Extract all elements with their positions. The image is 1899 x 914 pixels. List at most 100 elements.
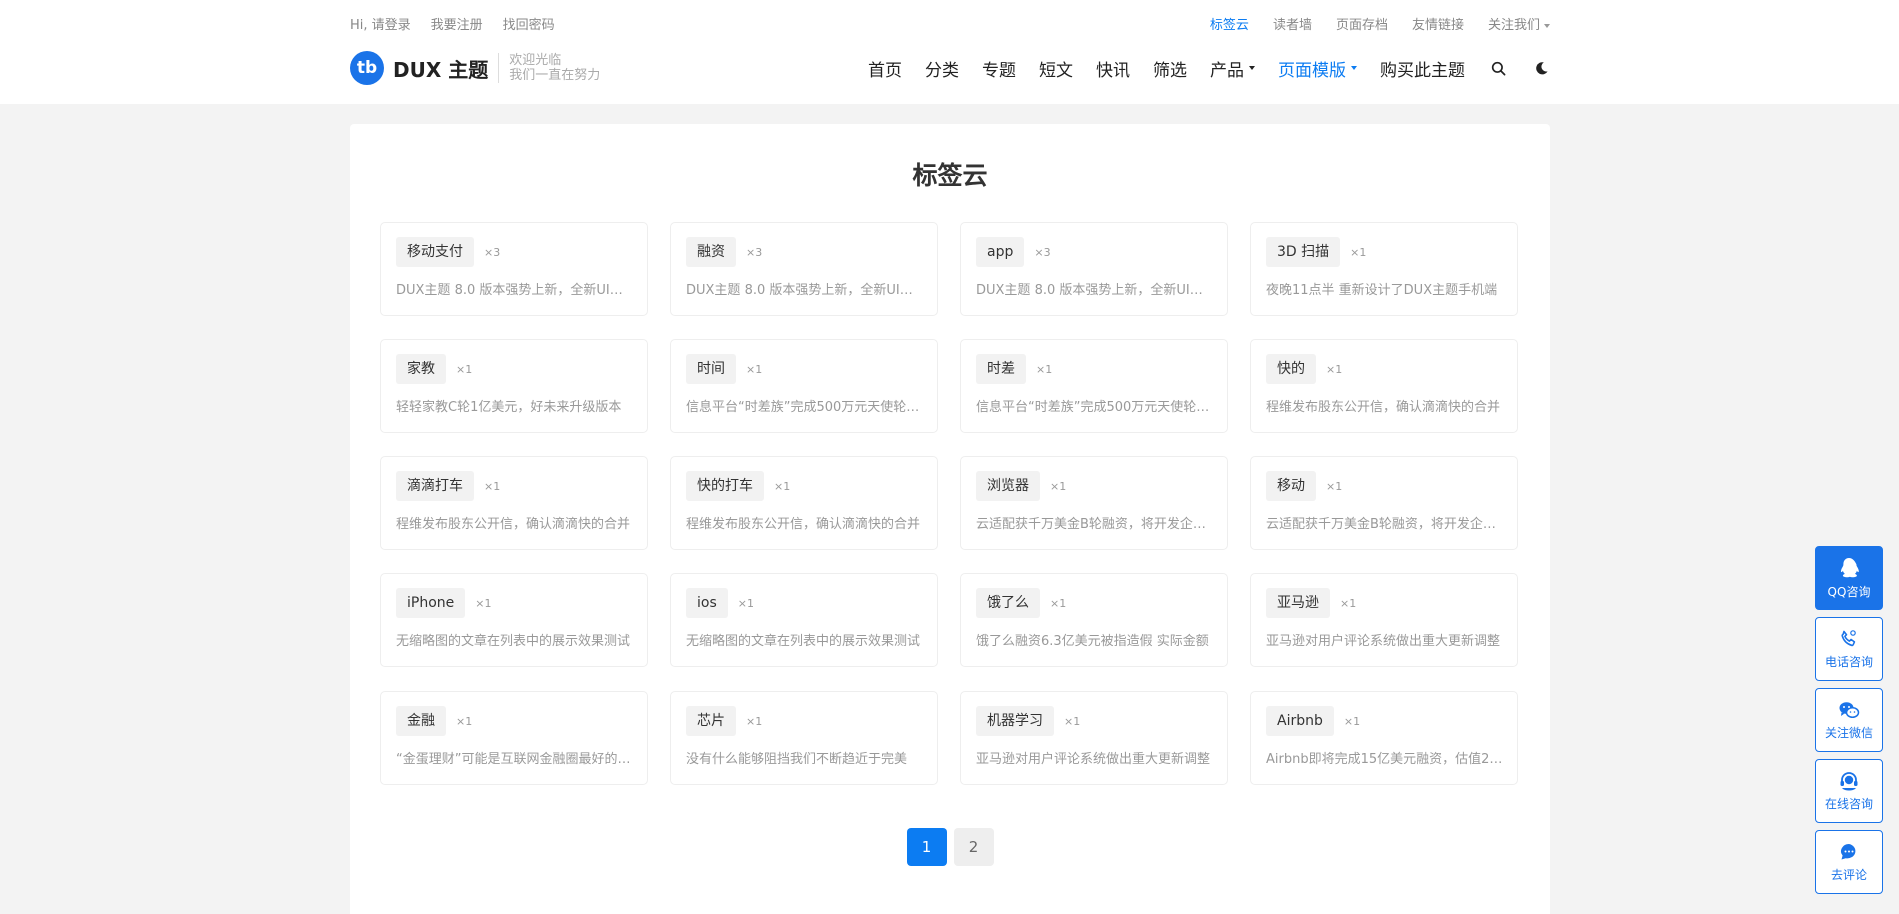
tag-card[interactable]: 移动支付 ×3 DUX主题 8.0 版本强势上新，全新UI设计: [380, 222, 648, 316]
tag-card[interactable]: 快的 ×1 程维发布股东公开信，确认滴滴快的合并: [1250, 339, 1518, 433]
tag-count: ×1: [1050, 596, 1067, 610]
tag-card[interactable]: app ×3 DUX主题 8.0 版本强势上新，全新UI设计: [960, 222, 1228, 316]
login-link[interactable]: Hi, 请登录: [350, 14, 411, 33]
nav-item-news[interactable]: 快讯: [1096, 56, 1130, 81]
tag-card[interactable]: Airbnb ×1 Airbnb即将完成15亿美元融资，估值255亿: [1250, 691, 1518, 785]
tag-name[interactable]: 时间: [686, 354, 736, 384]
nav-item-buy-theme[interactable]: 购买此主题: [1380, 56, 1465, 81]
nav-item-short[interactable]: 短文: [1039, 56, 1073, 81]
tag-latest-post[interactable]: 云适配获千万美金B轮融资，将开发企业级产品: [976, 513, 1214, 532]
reader-wall-link[interactable]: 读者墙: [1273, 14, 1312, 33]
tag-card[interactable]: 快的打车 ×1 程维发布股东公开信，确认滴滴快的合并: [670, 456, 938, 550]
tag-card[interactable]: 融资 ×3 DUX主题 8.0 版本强势上新，全新UI设计: [670, 222, 938, 316]
tag-latest-post[interactable]: 云适配获千万美金B轮融资，将开发企业级产品: [1266, 513, 1504, 532]
tag-name[interactable]: 饿了么: [976, 588, 1040, 618]
tag-card[interactable]: 芯片 ×1 没有什么能够阻挡我们不断趋近于完美: [670, 691, 938, 785]
tag-name[interactable]: 融资: [686, 237, 736, 267]
tag-latest-post[interactable]: 信息平台“时差族”完成500万元天使轮融资: [976, 396, 1214, 415]
qq-consult-button[interactable]: QQ咨询: [1815, 546, 1883, 610]
tag-cloud-link[interactable]: 标签云: [1210, 14, 1249, 33]
site-brand[interactable]: tb DUX 主题 欢迎光临 我们一直在努力: [350, 51, 600, 85]
tag-name[interactable]: 3D 扫描: [1266, 237, 1341, 267]
tag-latest-post[interactable]: 无缩略图的文章在列表中的展示效果测试: [396, 630, 634, 649]
tag-name[interactable]: 家教: [396, 354, 446, 384]
tag-header: 移动支付 ×3: [396, 237, 500, 267]
tag-latest-post[interactable]: Airbnb即将完成15亿美元融资，估值255亿: [1266, 748, 1504, 767]
tag-latest-post[interactable]: 没有什么能够阻挡我们不断趋近于完美: [686, 748, 924, 767]
tag-name[interactable]: 快的打车: [686, 471, 764, 501]
nav-item-home[interactable]: 首页: [868, 56, 902, 81]
qq-icon: [1841, 557, 1859, 577]
tag-card[interactable]: 饿了么 ×1 饿了么融资6.3亿美元被指造假 实际金额: [960, 573, 1228, 667]
phone-consult-button[interactable]: 电话咨询: [1815, 617, 1883, 681]
tag-latest-post[interactable]: 无缩略图的文章在列表中的展示效果测试: [686, 630, 924, 649]
tag-card[interactable]: 亚马逊 ×1 亚马逊对用户评论系统做出重大更新调整: [1250, 573, 1518, 667]
tag-name[interactable]: 金融: [396, 706, 446, 736]
tag-name[interactable]: iPhone: [396, 588, 466, 618]
tag-card[interactable]: 浏览器 ×1 云适配获千万美金B轮融资，将开发企业级产品: [960, 456, 1228, 550]
tag-latest-post[interactable]: 程维发布股东公开信，确认滴滴快的合并: [396, 513, 634, 532]
tag-latest-post[interactable]: DUX主题 8.0 版本强势上新，全新UI设计: [976, 279, 1214, 298]
tag-name[interactable]: app: [976, 237, 1025, 267]
tag-header: 金融 ×1: [396, 706, 472, 736]
register-link[interactable]: 我要注册: [431, 14, 483, 33]
online-consult-button[interactable]: 在线咨询: [1815, 759, 1883, 823]
page-button-1[interactable]: 1: [906, 828, 947, 866]
tag-latest-post[interactable]: DUX主题 8.0 版本强势上新，全新UI设计: [396, 279, 634, 298]
nav-item-filter[interactable]: 筛选: [1153, 56, 1187, 81]
tag-name[interactable]: 移动: [1266, 471, 1316, 501]
tag-header: 快的 ×1: [1266, 354, 1342, 384]
tag-card[interactable]: 3D 扫描 ×1 夜晚11点半 重新设计了DUX主题手机端: [1250, 222, 1518, 316]
tag-name[interactable]: 时差: [976, 354, 1026, 384]
tag-latest-post[interactable]: 轻轻家教C轮1亿美元，好未来升级版本: [396, 396, 634, 415]
tag-card[interactable]: 滴滴打车 ×1 程维发布股东公开信，确认滴滴快的合并: [380, 456, 648, 550]
wechat-follow-button[interactable]: 关注微信: [1815, 688, 1883, 752]
tag-name[interactable]: 快的: [1266, 354, 1316, 384]
tag-name[interactable]: Airbnb: [1266, 706, 1334, 736]
follow-us-menu[interactable]: 关注我们: [1488, 14, 1550, 33]
tag-count: ×1: [1050, 479, 1067, 493]
tag-card[interactable]: 移动 ×1 云适配获千万美金B轮融资，将开发企业级产品: [1250, 456, 1518, 550]
moon-icon: [1535, 61, 1548, 74]
nav-item-page-templates[interactable]: 页面模版: [1278, 56, 1357, 81]
tag-name[interactable]: 亚马逊: [1266, 588, 1330, 618]
tag-count: ×1: [1326, 362, 1343, 376]
nav-item-label: 首页: [868, 60, 902, 81]
page-button-2[interactable]: 2: [953, 828, 994, 866]
tag-name[interactable]: 滴滴打车: [396, 471, 474, 501]
archives-link[interactable]: 页面存档: [1336, 14, 1388, 33]
tag-name[interactable]: 浏览器: [976, 471, 1040, 501]
tag-latest-post[interactable]: 亚马逊对用户评论系统做出重大更新调整: [976, 748, 1214, 767]
site-header: Hi, 请登录 我要注册 找回密码 标签云 读者墙 页面存档 友情链接 关注我们…: [0, 0, 1899, 104]
tag-card[interactable]: 时差 ×1 信息平台“时差族”完成500万元天使轮融资: [960, 339, 1228, 433]
tag-latest-post[interactable]: 信息平台“时差族”完成500万元天使轮融资: [686, 396, 924, 415]
dark-mode-toggle[interactable]: [1531, 58, 1551, 78]
nav-item-products[interactable]: 产品: [1210, 56, 1255, 81]
nav-item-category[interactable]: 分类: [925, 56, 959, 81]
recover-password-link[interactable]: 找回密码: [503, 14, 555, 33]
comment-button[interactable]: 去评论: [1815, 830, 1883, 894]
tag-card[interactable]: 机器学习 ×1 亚马逊对用户评论系统做出重大更新调整: [960, 691, 1228, 785]
tag-name[interactable]: 芯片: [686, 706, 736, 736]
tag-latest-post[interactable]: 亚马逊对用户评论系统做出重大更新调整: [1266, 630, 1504, 649]
search-button[interactable]: [1488, 58, 1508, 78]
tag-name[interactable]: ios: [686, 588, 728, 618]
tag-header: 亚马逊 ×1: [1266, 588, 1356, 618]
tag-header: Airbnb ×1: [1266, 706, 1360, 736]
tag-card[interactable]: ios ×1 无缩略图的文章在列表中的展示效果测试: [670, 573, 938, 667]
tag-latest-post[interactable]: 夜晚11点半 重新设计了DUX主题手机端: [1266, 279, 1504, 298]
tag-card[interactable]: iPhone ×1 无缩略图的文章在列表中的展示效果测试: [380, 573, 648, 667]
tag-name[interactable]: 机器学习: [976, 706, 1054, 736]
tag-latest-post[interactable]: “金蛋理财”可能是互联网金融圈最好的产品: [396, 748, 634, 767]
nav-item-topic[interactable]: 专题: [982, 56, 1016, 81]
tag-card[interactable]: 家教 ×1 轻轻家教C轮1亿美元，好未来升级版本: [380, 339, 648, 433]
tag-card[interactable]: 金融 ×1 “金蛋理财”可能是互联网金融圈最好的产品: [380, 691, 648, 785]
tag-latest-post[interactable]: DUX主题 8.0 版本强势上新，全新UI设计: [686, 279, 924, 298]
friend-links-link[interactable]: 友情链接: [1412, 14, 1464, 33]
tag-count: ×3: [1034, 245, 1051, 259]
tag-latest-post[interactable]: 程维发布股东公开信，确认滴滴快的合并: [1266, 396, 1504, 415]
tag-card[interactable]: 时间 ×1 信息平台“时差族”完成500万元天使轮融资: [670, 339, 938, 433]
tag-latest-post[interactable]: 饿了么融资6.3亿美元被指造假 实际金额: [976, 630, 1214, 649]
tag-name[interactable]: 移动支付: [396, 237, 474, 267]
tag-latest-post[interactable]: 程维发布股东公开信，确认滴滴快的合并: [686, 513, 924, 532]
